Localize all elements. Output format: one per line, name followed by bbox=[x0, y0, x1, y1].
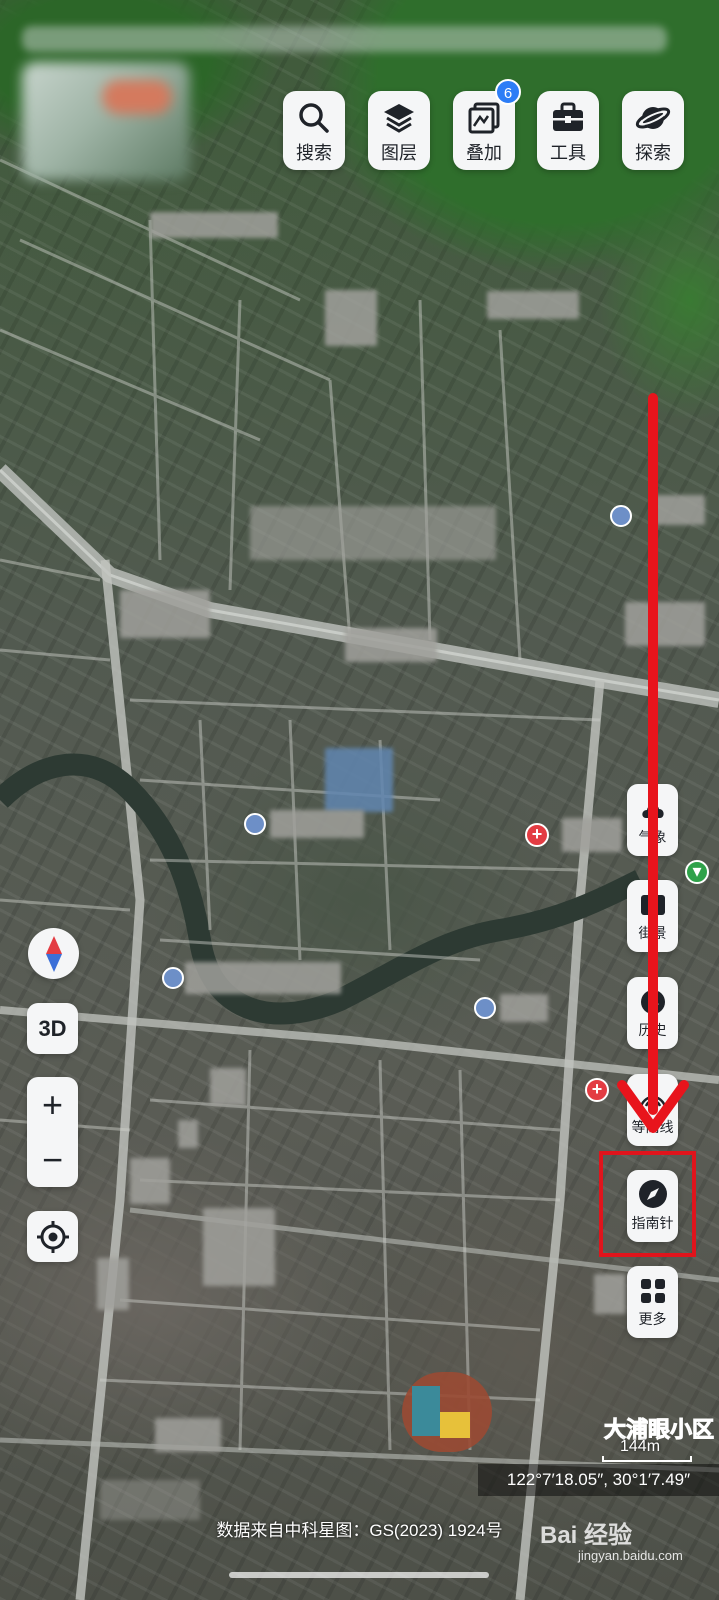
status-bar bbox=[22, 26, 667, 52]
zoom-control: + − bbox=[27, 1077, 78, 1187]
home-indicator[interactable] bbox=[229, 1572, 489, 1578]
contour-icon bbox=[639, 1095, 666, 1107]
scale-label: 144m bbox=[620, 1438, 661, 1455]
park-marker[interactable]: ▾ bbox=[685, 860, 709, 884]
search-label: 搜索 bbox=[296, 143, 332, 163]
zoom-out-button[interactable]: − bbox=[27, 1132, 78, 1187]
poi-marker[interactable] bbox=[244, 813, 266, 835]
hospital-marker[interactable]: + bbox=[525, 823, 549, 847]
search-button[interactable]: 搜索 bbox=[283, 91, 345, 170]
avatar[interactable] bbox=[22, 62, 190, 180]
explore-label: 探索 bbox=[635, 143, 671, 163]
contour-button[interactable]: 等高线 bbox=[627, 1074, 678, 1146]
weather-icon bbox=[641, 804, 664, 818]
overlay-button[interactable]: 叠加 6 bbox=[453, 79, 521, 170]
zoom-in-icon: + bbox=[41, 1083, 64, 1125]
overlay-icon bbox=[468, 102, 500, 134]
layers-label: 图层 bbox=[381, 143, 417, 163]
3d-toggle-button[interactable]: 3D bbox=[27, 1003, 78, 1054]
scale-bar bbox=[602, 1456, 692, 1462]
weather-button[interactable]: 气象 bbox=[627, 784, 678, 856]
poi-marker[interactable] bbox=[610, 505, 632, 527]
tools-button[interactable]: 工具 bbox=[537, 91, 599, 170]
more-button[interactable]: 更多 bbox=[627, 1266, 678, 1338]
baidu-watermark-url: jingyan.baidu.com bbox=[578, 1548, 683, 1563]
3d-label: 3D bbox=[38, 1015, 67, 1041]
poi-marker[interactable] bbox=[162, 967, 184, 989]
zoom-in-button[interactable]: + bbox=[27, 1077, 78, 1132]
poi-marker[interactable] bbox=[474, 997, 496, 1019]
toolbox-icon bbox=[553, 102, 583, 131]
hospital-marker[interactable]: + bbox=[585, 1078, 609, 1102]
streetview-button[interactable]: 街景 bbox=[627, 880, 678, 952]
locate-button[interactable] bbox=[27, 1211, 78, 1262]
zoom-out-icon: − bbox=[41, 1138, 64, 1180]
baidu-watermark: Bai 经验 bbox=[540, 1522, 633, 1549]
compass-button[interactable] bbox=[28, 928, 79, 979]
grid-more-icon bbox=[640, 1279, 665, 1303]
history-label: 历史 bbox=[638, 1022, 667, 1038]
coordinates-readout: 122°7′18.05″, 30°1′7.49″ bbox=[478, 1464, 719, 1496]
layers-icon bbox=[384, 104, 414, 133]
contour-label: 等高线 bbox=[631, 1119, 674, 1135]
planet-icon bbox=[635, 107, 671, 129]
history-icon bbox=[640, 990, 665, 1014]
streetview-icon bbox=[640, 895, 665, 915]
satellite-map[interactable]: + + ▾ bbox=[0, 0, 719, 1600]
search-icon bbox=[299, 103, 329, 133]
overlay-count-badge: 6 bbox=[495, 79, 521, 105]
locate-icon bbox=[36, 1220, 69, 1253]
explore-button[interactable]: 探索 bbox=[622, 91, 684, 170]
layers-button[interactable]: 图层 bbox=[368, 91, 430, 170]
overlay-label: 叠加 bbox=[466, 143, 502, 163]
weather-label: 气象 bbox=[638, 829, 667, 845]
tools-label: 工具 bbox=[550, 143, 586, 163]
streetview-label: 街景 bbox=[638, 925, 667, 941]
history-button[interactable]: 历史 bbox=[627, 977, 678, 1049]
more-label: 更多 bbox=[638, 1311, 667, 1327]
compass-icon bbox=[45, 935, 62, 972]
highlight-box bbox=[599, 1151, 696, 1257]
